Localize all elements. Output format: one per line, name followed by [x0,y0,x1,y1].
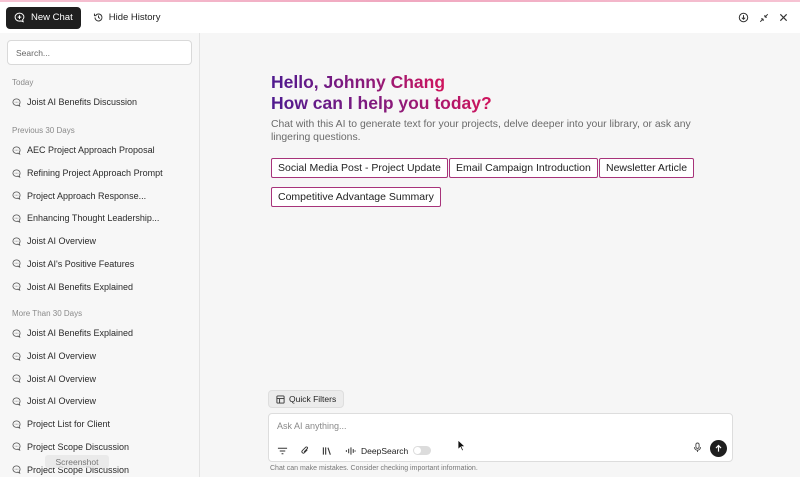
history-item[interactable]: Joist AI Benefits Explained [0,322,199,345]
library-icon[interactable] [322,446,333,456]
history-item-label: Joist AI Overview [27,351,97,362]
hide-history-button[interactable]: Hide History [93,12,161,23]
screenshot-tooltip: Screenshot [45,455,109,468]
chat-bubble-icon [12,259,21,269]
history-group-label: Today [12,78,34,87]
chat-bubble-icon [12,352,21,361]
chat-bubble-icon [12,214,21,223]
filter-lines-icon[interactable] [277,446,288,456]
paperclip-icon[interactable] [300,445,310,456]
history-item[interactable]: Joist AI Overview [0,345,199,368]
chat-plus-icon [14,12,25,23]
chat-bubble-icon [12,282,21,291]
waveform-icon [345,446,356,456]
deepsearch-switch[interactable] [413,446,432,455]
arrow-up-icon [715,444,722,452]
microphone-icon[interactable] [693,442,702,453]
history-item[interactable]: Joist AI Overview [0,367,199,390]
chat-bubble-icon [12,442,21,452]
history-group-label: Previous 30 Days [12,126,75,135]
chat-bubble-icon [12,397,21,406]
history-item[interactable]: Joist AI's Positive Features [0,253,199,276]
history-icon [93,12,104,23]
collapse-icon[interactable] [759,13,769,23]
history-item[interactable]: Project Approach Response... [0,184,199,207]
history-item[interactable]: Refining Project Approach Prompt [0,162,199,185]
history-item-label: Enhancing Thought Leadership... [27,213,160,224]
suggestion-chip[interactable]: Email Campaign Introduction [449,158,598,178]
deepsearch-label: DeepSearch [361,445,409,456]
history-item[interactable]: Joist AI Overview [0,230,199,253]
chat-bubble-icon [12,420,21,429]
history-item-label: Joist AI Overview [27,396,97,407]
send-button[interactable] [710,440,727,457]
quick-filters-button[interactable]: Quick Filters [268,390,345,408]
history-item-label: Project Approach Response... [27,190,147,201]
table-icon [276,394,285,404]
history-item-label: Joist AI's Positive Features [27,258,135,269]
deepsearch-toggle[interactable]: DeepSearch [345,445,432,456]
history-item-label: Joist AI Benefits Explained [27,328,134,339]
history-item[interactable]: Joist AI Benefits Discussion [0,91,199,114]
history-item-label: Joist AI Overview [27,236,97,247]
history-group-label: More Than 30 Days [12,309,83,318]
top-bar: New Chat Hide History [0,2,800,33]
greeting-question: How can I help you today? [271,93,492,113]
chat-bubble-icon [12,465,21,474]
chat-bubble-icon [12,191,21,201]
close-icon[interactable] [779,13,788,22]
disclaimer-text: Chat can make mistakes. Consider checkin… [270,465,478,472]
history-item[interactable]: Enhancing Thought Leadership... [0,207,199,230]
search-input[interactable]: Search... [7,40,192,65]
prompt-input[interactable]: Ask AI anything... [277,421,347,431]
chat-main: Hello, Johnny Chang How can I help you t… [201,33,800,477]
chat-bubble-icon [12,98,21,107]
history-item-label: Joist AI Benefits Discussion [27,97,138,108]
history-sidebar: Search... Today Joist AI Benefits Discuss… [0,33,200,477]
chat-bubble-icon [12,374,21,384]
history-item[interactable]: Project List for Client [0,413,199,436]
history-item[interactable]: Joist AI Overview [0,390,199,413]
history-item[interactable]: Joist AI Benefits Explained [0,275,199,298]
suggestion-chip[interactable]: Newsletter Article [599,158,695,178]
history-item-label: Project List for Client [27,419,111,430]
history-item-label: Project Scope Discussion [27,441,130,452]
history-item-label: Joist AI Overview [27,373,97,384]
mouse-cursor-icon [457,439,467,452]
hide-history-label: Hide History [108,12,161,23]
suggestion-chip[interactable]: Social Media Post - Project Update [271,158,448,178]
quick-filters-label: Quick Filters [289,394,337,404]
new-chat-label: New Chat [31,12,73,23]
intro-subtitle: Chat with this AI to generate text for y… [271,119,691,143]
chat-bubble-icon [12,146,21,155]
new-chat-button[interactable]: New Chat [6,6,81,29]
history-item[interactable]: AEC Project Approach Proposal [0,139,199,162]
download-icon[interactable] [738,12,749,23]
chat-bubble-icon [12,169,21,178]
chat-bubble-icon [12,329,21,338]
suggestion-chip[interactable]: Competitive Advantage Summary [271,187,441,207]
history-item-label: Joist AI Benefits Explained [27,281,134,292]
history-item-label: Refining Project Approach Prompt [27,168,163,179]
chat-bubble-icon [12,237,21,246]
history-item-label: AEC Project Approach Proposal [27,145,155,156]
greeting-name: Hello, Johnny Chang [271,72,446,92]
chat-composer: Ask AI anything... DeepSearch [268,413,733,462]
